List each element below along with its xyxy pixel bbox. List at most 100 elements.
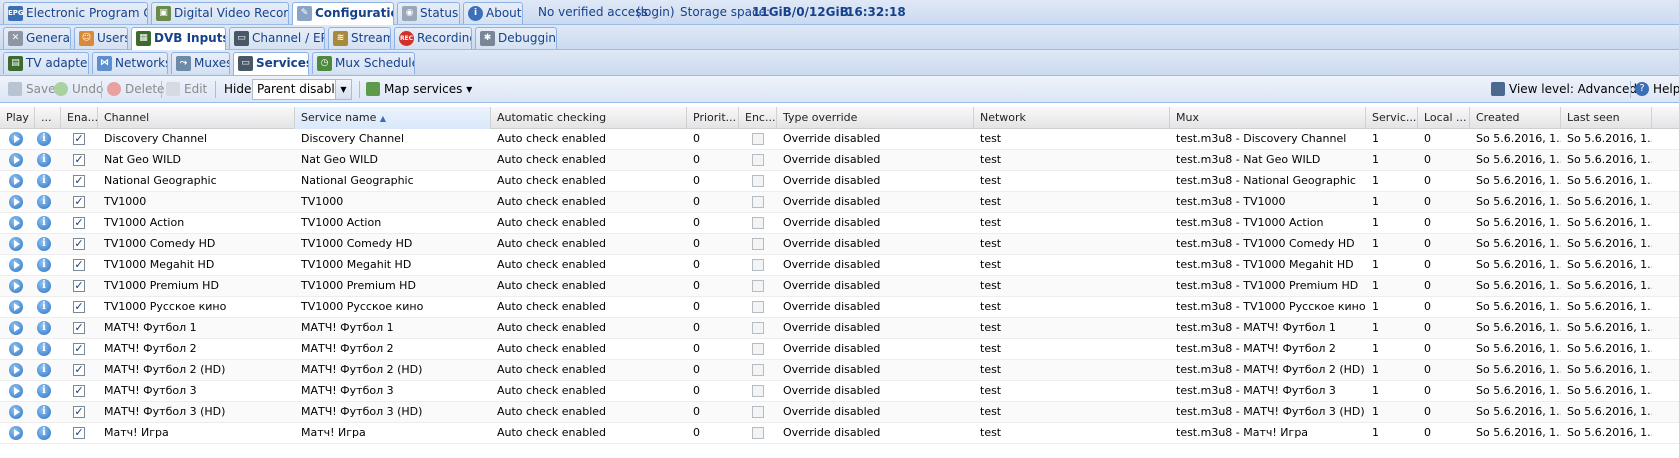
play-icon[interactable] <box>9 300 23 314</box>
enabled-checkbox[interactable]: ✓ <box>73 259 85 271</box>
info-icon[interactable]: i <box>37 405 51 419</box>
col-info[interactable]: ... <box>35 107 61 129</box>
table-row[interactable]: i ✓ МАТЧ! Футбол 2 МАТЧ! Футбол 2 Auto check… <box>0 339 1679 360</box>
enabled-checkbox[interactable]: ✓ <box>73 385 85 397</box>
col-created[interactable]: Created <box>1470 107 1561 129</box>
hide-select[interactable]: Parent disabled ▼ <box>252 79 352 100</box>
chevron-down-icon[interactable]: ▼ <box>335 80 351 99</box>
info-icon[interactable]: i <box>37 174 51 188</box>
info-icon[interactable]: i <box>37 216 51 230</box>
table-row[interactable]: i ✓ Nat Geo WILD Nat Geo WILD Auto check ena… <box>0 150 1679 171</box>
table-row[interactable]: i ✓ TV1000 TV1000 Auto check enabled 0 Overrid… <box>0 192 1679 213</box>
info-icon[interactable]: i <box>37 363 51 377</box>
enabled-checkbox[interactable]: ✓ <box>73 364 85 376</box>
enabled-checkbox[interactable]: ✓ <box>73 154 85 166</box>
col-priority[interactable]: Priorit... <box>687 107 739 129</box>
enabled-checkbox[interactable]: ✓ <box>73 217 85 229</box>
info-icon[interactable]: i <box>37 342 51 356</box>
table-row[interactable]: i ✓ TV1000 Premium HD TV1000 Premium HD Auto… <box>0 276 1679 297</box>
save-button[interactable]: Save <box>8 81 55 98</box>
tab-users[interactable]: ☺ Users <box>74 27 128 49</box>
tab-about[interactable]: i About <box>463 2 523 24</box>
tab-stream[interactable]: ≋ Stream <box>328 27 391 49</box>
col-enabled[interactable]: Ena... <box>61 107 98 129</box>
col-service-id[interactable]: Servic... <box>1366 107 1418 129</box>
col-service-name[interactable]: Service name ▲ <box>295 107 491 129</box>
info-icon[interactable]: i <box>37 426 51 440</box>
help-button[interactable]: ? Help <box>1635 81 1679 98</box>
info-icon[interactable]: i <box>37 195 51 209</box>
info-icon[interactable]: i <box>37 132 51 146</box>
table-row[interactable]: i ✓ TV1000 Action TV1000 Action Auto check e… <box>0 213 1679 234</box>
info-icon[interactable]: i <box>37 258 51 272</box>
tab-debugging[interactable]: ✱ Debugging <box>475 27 557 49</box>
info-icon[interactable]: i <box>37 237 51 251</box>
enabled-checkbox[interactable]: ✓ <box>73 280 85 292</box>
play-icon[interactable] <box>9 279 23 293</box>
play-icon[interactable] <box>9 216 23 230</box>
play-icon[interactable] <box>9 195 23 209</box>
play-icon[interactable] <box>9 363 23 377</box>
table-row[interactable]: i ✓ TV1000 Comedy HD TV1000 Comedy HD Auto c… <box>0 234 1679 255</box>
map-services-button[interactable]: Map services ▾ <box>366 81 472 98</box>
col-type-override[interactable]: Type override <box>777 107 974 129</box>
tab-epg[interactable]: EPG Electronic Program Guide <box>3 2 148 24</box>
table-row[interactable]: i ✓ TV1000 Русское кино TV1000 Русское кино… <box>0 297 1679 318</box>
tab-channel-epg[interactable]: ▭ Channel / EPG <box>229 27 325 49</box>
tab-networks[interactable]: ⋈ Networks <box>92 52 168 74</box>
table-row[interactable]: i ✓ МАТЧ! Футбол 1 МАТЧ! Футбол 1 Auto check… <box>0 318 1679 339</box>
play-icon[interactable] <box>9 237 23 251</box>
col-play[interactable]: Play <box>0 107 35 129</box>
play-icon[interactable] <box>9 258 23 272</box>
play-icon[interactable] <box>9 153 23 167</box>
enabled-checkbox[interactable]: ✓ <box>73 322 85 334</box>
enabled-checkbox[interactable]: ✓ <box>73 406 85 418</box>
table-row[interactable]: i ✓ TV1000 Megahit HD TV1000 Megahit HD Auto… <box>0 255 1679 276</box>
enabled-checkbox[interactable]: ✓ <box>73 301 85 313</box>
tab-general[interactable]: ✕ General <box>3 27 71 49</box>
col-network[interactable]: Network <box>974 107 1170 129</box>
play-icon[interactable] <box>9 132 23 146</box>
play-icon[interactable] <box>9 174 23 188</box>
tab-tv-adapters[interactable]: ▤ TV adapters <box>3 52 89 74</box>
enabled-checkbox[interactable]: ✓ <box>73 343 85 355</box>
enabled-checkbox[interactable]: ✓ <box>73 133 85 145</box>
edit-button[interactable]: Edit <box>166 81 207 98</box>
play-icon[interactable] <box>9 342 23 356</box>
undo-button[interactable]: Undo <box>54 81 103 98</box>
delete-button[interactable]: Delete <box>107 81 164 98</box>
info-icon[interactable]: i <box>37 321 51 335</box>
view-level-button[interactable]: View level: Advanced ▾ <box>1491 81 1647 98</box>
col-last-seen[interactable]: Last seen <box>1561 107 1652 129</box>
tab-configuration[interactable]: ✎ Configuration <box>292 2 394 25</box>
table-row[interactable]: i ✓ МАТЧ! Футбол 2 (HD) МАТЧ! Футбол 2 (HD)… <box>0 360 1679 381</box>
tab-recording[interactable]: REC Recording <box>394 27 472 49</box>
table-row[interactable]: i ✓ National Geographic National Geographic… <box>0 171 1679 192</box>
table-row[interactable]: i ✓ Discovery Channel Discovery Channel Auto… <box>0 129 1679 150</box>
table-row[interactable]: i ✓ МАТЧ! Футбол 3 (HD) МАТЧ! Футбол 3 (HD)… <box>0 402 1679 423</box>
info-icon[interactable]: i <box>37 384 51 398</box>
play-icon[interactable] <box>9 321 23 335</box>
col-local[interactable]: Local ... <box>1418 107 1470 129</box>
play-icon[interactable] <box>9 405 23 419</box>
play-icon[interactable] <box>9 426 23 440</box>
tab-muxes[interactable]: ⤳ Muxes <box>171 52 230 74</box>
info-icon[interactable]: i <box>37 153 51 167</box>
enabled-checkbox[interactable]: ✓ <box>73 238 85 250</box>
login-link[interactable]: (login) <box>636 0 675 25</box>
enabled-checkbox[interactable]: ✓ <box>73 427 85 439</box>
col-channel[interactable]: Channel <box>98 107 295 129</box>
info-icon[interactable]: i <box>37 300 51 314</box>
col-mux[interactable]: Mux <box>1170 107 1366 129</box>
tab-dvb-inputs[interactable]: ▦ DVB Inputs <box>131 27 226 50</box>
tab-mux-schedulers[interactable]: ◷ Mux Schedulers <box>312 52 415 74</box>
table-row[interactable]: i ✓ МАТЧ! Футбол 3 МАТЧ! Футбол 3 Auto check… <box>0 381 1679 402</box>
play-icon[interactable] <box>9 384 23 398</box>
col-encrypted[interactable]: Enc... <box>739 107 777 129</box>
enabled-checkbox[interactable]: ✓ <box>73 175 85 187</box>
tab-dvr[interactable]: ▣ Digital Video Recorder <box>151 2 289 24</box>
table-row[interactable]: i ✓ Матч! Игра Матч! Игра Auto check enabled… <box>0 423 1679 444</box>
info-icon[interactable]: i <box>37 279 51 293</box>
col-auto-check[interactable]: Automatic checking <box>491 107 687 129</box>
tab-status[interactable]: ◉ Status <box>397 2 460 24</box>
